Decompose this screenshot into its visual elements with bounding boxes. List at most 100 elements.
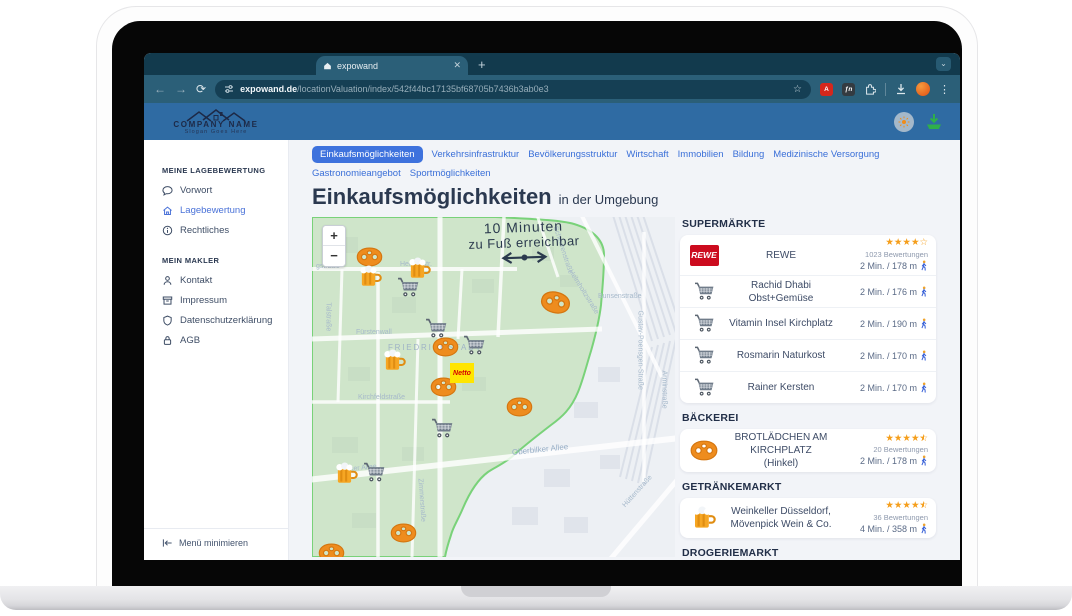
- collapse-left-icon: [162, 538, 173, 548]
- bookmark-star-icon[interactable]: ☆: [793, 84, 802, 95]
- cart-marker-icon[interactable]: [363, 462, 386, 483]
- tab-search-chevron-icon[interactable]: ⌄: [936, 57, 951, 71]
- browser-toolbar: ← → ⟳ expowand.de/locationValuation/inde…: [144, 75, 960, 103]
- nav-bevoelkerungsstruktur[interactable]: Bevölkerungsstruktur: [528, 149, 617, 160]
- map-annotation: 10 Minuten zu Fuß erreichbar: [423, 217, 625, 272]
- netto-marker[interactable]: Netto: [450, 363, 474, 383]
- lock-icon: [162, 335, 173, 346]
- downloads-icon[interactable]: [895, 83, 907, 95]
- pdf-extension-icon[interactable]: A: [820, 83, 833, 96]
- beer-marker-icon[interactable]: [335, 462, 358, 485]
- download-report-button[interactable]: [924, 113, 944, 130]
- nav-medizinische-versorgung[interactable]: Medizinische Versorgung: [773, 149, 879, 160]
- sidebar-item-agb[interactable]: AGB: [144, 330, 288, 350]
- sidebar-item-datenschutz[interactable]: Datenschutzerklärung: [144, 310, 288, 330]
- loading-indicator: [894, 112, 914, 132]
- cart-marker-icon[interactable]: [431, 418, 454, 439]
- walking-person-icon: [920, 318, 928, 330]
- sidebar: MEINE LAGEBEWERTUNG Vorwort: [144, 140, 289, 560]
- place-name: Rosmarin Naturkost: [722, 349, 840, 362]
- sidebar-section-makler: MEIN MAKLER: [144, 256, 288, 270]
- tab-close-icon[interactable]: ✕: [453, 60, 461, 71]
- zoom-out-button[interactable]: −: [323, 246, 345, 266]
- pretzel-icon: [690, 440, 718, 461]
- nav-verkehrsinfrastruktur[interactable]: Verkehrsinfrastruktur: [432, 149, 520, 160]
- page-title: Einkaufsmöglichkeiten: [312, 186, 552, 208]
- place-distance: 4 Min. / 358 m: [860, 524, 917, 534]
- drinks-card: Weinkeller Düsseldorf, Mövenpick Wein & …: [680, 498, 936, 538]
- browser-tab[interactable]: expowand ✕: [316, 56, 468, 75]
- fn-extension-icon[interactable]: ƒn: [842, 83, 855, 96]
- cart-marker-icon[interactable]: [425, 318, 448, 339]
- zoom-in-button[interactable]: +: [323, 226, 345, 246]
- rewe-logo: REWE: [690, 245, 719, 266]
- double-arrow-icon: [498, 250, 550, 265]
- url-bar[interactable]: expowand.de/locationValuation/index/542f…: [215, 80, 811, 99]
- url-text: expowand.de/locationValuation/index/542f…: [240, 84, 549, 94]
- star-rating: ★★★★☆★: [885, 501, 928, 511]
- extensions-puzzle-icon[interactable]: [864, 83, 876, 95]
- nav-bildung[interactable]: Bildung: [733, 149, 765, 160]
- tab-title: expowand: [337, 61, 448, 71]
- laptop-base: [0, 586, 1072, 610]
- nav-sportmoeglichkeiten[interactable]: Sportmöglichkeiten: [410, 168, 491, 179]
- place-distance: 2 Min. / 170 m: [860, 383, 917, 393]
- section-title-supermaerkte: SUPERMÄRKTE: [682, 218, 936, 230]
- place-row[interactable]: Weinkeller Düsseldorf, Mövenpick Wein & …: [680, 498, 936, 538]
- cart-marker-icon[interactable]: [463, 335, 486, 356]
- place-distance: 2 Min. / 170 m: [860, 351, 917, 361]
- beer-marker-icon[interactable]: [383, 349, 406, 372]
- map[interactable]: gstraße Herzogstr. Fürstenwall Kirchfeld…: [312, 217, 675, 557]
- nav-einkaufsmoeglichkeiten[interactable]: Einkaufsmöglichkeiten: [312, 146, 423, 163]
- street-label: Gustav-Poensgen-Straße: [637, 311, 644, 390]
- place-row[interactable]: BROTLÄDCHEN AM KIRCHPLATZ (Hinkel) ★★★★☆…: [680, 429, 936, 472]
- nav-wirtschaft[interactable]: Wirtschaft: [626, 149, 668, 160]
- place-distance: 2 Min. / 190 m: [860, 319, 917, 329]
- walking-person-icon: [920, 455, 928, 467]
- walking-person-icon: [920, 523, 928, 535]
- shield-icon: [162, 315, 173, 326]
- pretzel-marker-icon[interactable]: [506, 397, 533, 417]
- walking-person-icon: [920, 350, 928, 362]
- place-row[interactable]: Rainer Kersten 2 Min. / 170 m: [680, 371, 936, 403]
- forward-button[interactable]: →: [175, 83, 187, 95]
- app-header: COMPANY NAME Slogan Goes Here: [144, 103, 960, 140]
- sidebar-item-label: AGB: [180, 335, 200, 346]
- cart-icon: [694, 378, 715, 397]
- laptop-base-notch: [461, 586, 611, 597]
- minimize-label: Menü minimieren: [179, 538, 248, 548]
- browser-menu-icon[interactable]: ⋮: [939, 83, 950, 96]
- new-tab-button[interactable]: +: [478, 57, 486, 72]
- place-row[interactable]: Rachid Dhabi Obst+Gemüse 2 Min. / 176 m: [680, 275, 936, 307]
- beer-marker-icon[interactable]: [359, 265, 382, 288]
- sidebar-item-rechtliches[interactable]: Rechtliches: [144, 220, 288, 240]
- person-icon: [162, 275, 173, 286]
- nav-gastronomieangebot[interactable]: Gastronomieangebot: [312, 168, 401, 179]
- sidebar-item-label: Kontakt: [180, 275, 212, 286]
- sidebar-minimize-button[interactable]: Menü minimieren: [144, 528, 288, 560]
- profile-avatar[interactable]: [916, 82, 930, 96]
- star-rating: ★★★★☆: [885, 238, 928, 248]
- sidebar-item-kontakt[interactable]: Kontakt: [144, 270, 288, 290]
- sidebar-item-label: Rechtliches: [180, 225, 229, 236]
- sidebar-item-impressum[interactable]: Impressum: [144, 290, 288, 310]
- sidebar-item-vorwort[interactable]: Vorwort: [144, 180, 288, 200]
- cart-icon: [694, 282, 715, 301]
- reload-button[interactable]: ⟳: [196, 83, 206, 95]
- cart-marker-icon[interactable]: [397, 277, 420, 298]
- pretzel-marker-icon[interactable]: [318, 543, 345, 557]
- archive-icon: [162, 295, 173, 306]
- laptop-frame: expowand ✕ + ⌄ ← → ⟳: [96, 6, 978, 588]
- pretzel-marker-icon[interactable]: [432, 337, 459, 357]
- place-name: BROTLÄDCHEN AM KIRCHPLATZ: [735, 432, 828, 456]
- pretzel-marker-icon[interactable]: [356, 247, 383, 267]
- place-row[interactable]: REWE REWE ★★★★☆ 1023 Bewertungen 2 Min. …: [680, 235, 936, 275]
- place-row[interactable]: Vitamin Insel Kirchplatz 2 Min. / 190 m: [680, 307, 936, 339]
- place-row[interactable]: Rosmarin Naturkost 2 Min. / 170 m: [680, 339, 936, 371]
- review-count: 36 Bewertungen: [873, 513, 928, 522]
- pretzel-marker-icon[interactable]: [390, 523, 417, 543]
- place-name-line2: (Hinkel): [764, 458, 798, 469]
- back-button[interactable]: ←: [154, 83, 166, 95]
- nav-immobilien[interactable]: Immobilien: [678, 149, 724, 160]
- sidebar-item-lagebewertung[interactable]: Lagebewertung: [144, 200, 288, 220]
